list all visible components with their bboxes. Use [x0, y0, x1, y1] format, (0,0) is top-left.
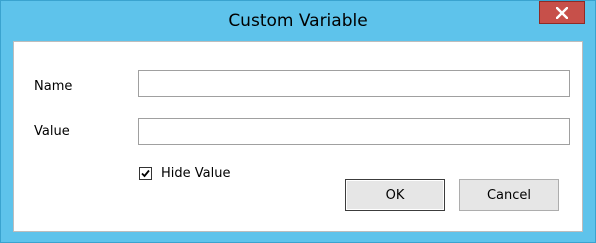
cancel-button[interactable]: Cancel	[459, 179, 559, 211]
hide-value-checkbox[interactable]: Hide Value	[138, 165, 248, 183]
hide-value-label: Hide Value	[161, 166, 231, 181]
title-bar[interactable]: Custom Variable	[1, 1, 595, 41]
window-title: Custom Variable	[228, 11, 368, 31]
close-icon	[556, 6, 568, 19]
checkmark-icon	[141, 169, 150, 178]
ok-button[interactable]: OK	[345, 179, 445, 211]
value-field[interactable]	[138, 118, 570, 145]
close-button[interactable]	[539, 1, 585, 24]
custom-variable-dialog: Custom Variable Name Value Hide Value OK…	[0, 0, 596, 243]
name-field[interactable]	[138, 70, 570, 97]
value-label: Value	[34, 124, 70, 139]
name-label: Name	[34, 79, 73, 94]
dialog-body: Name Value Hide Value OK Cancel	[13, 41, 583, 232]
checkbox-box[interactable]	[139, 167, 152, 180]
